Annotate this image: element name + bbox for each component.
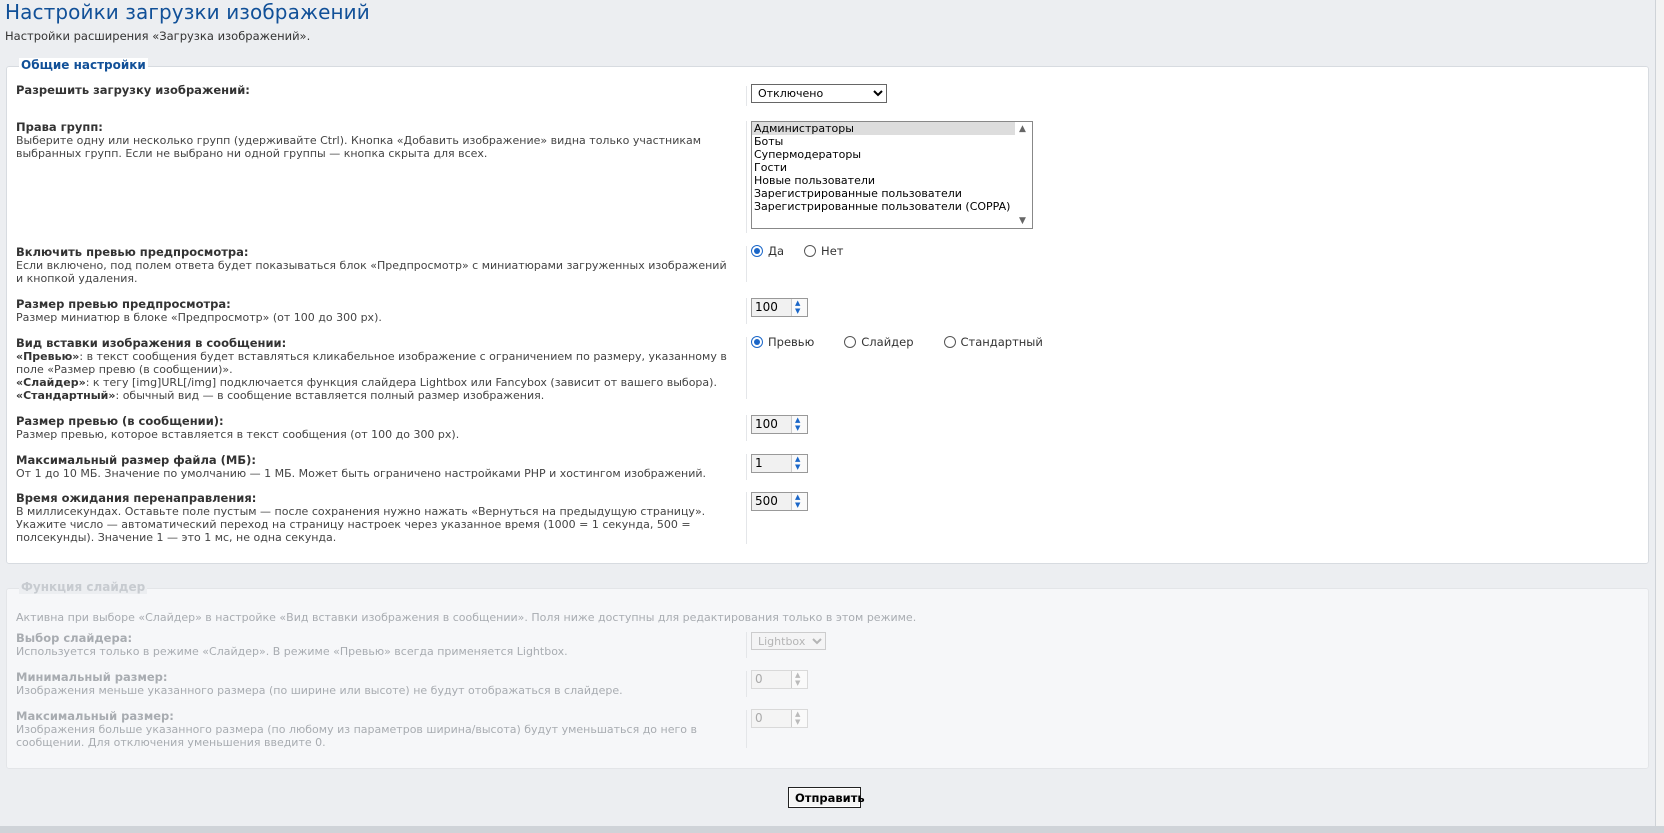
- insert-mode-desc: «Превью»: в текст сообщения будет вставл…: [16, 350, 727, 402]
- radio-insert-standard[interactable]: Стандартный: [943, 335, 1043, 349]
- allow-upload-label: Разрешить загрузку изображений:: [16, 83, 250, 97]
- group-rights-desc: Выберите одну или несколько групп (удерж…: [16, 134, 702, 160]
- preview-enable-label: Включить превью предпросмотра:: [16, 245, 249, 259]
- preview-enable-radios: Да Нет: [751, 244, 863, 258]
- spin-down-icon[interactable]: ▼: [795, 502, 800, 509]
- listbox-option[interactable]: Новые пользователи: [752, 174, 1032, 187]
- msg-preview-size-input[interactable]: 100 ▲ ▼: [751, 415, 808, 434]
- page-title: Настройки загрузки изображений: [5, 0, 370, 24]
- insert-mode-radios: Превью Слайдер Стандартный: [751, 335, 1063, 349]
- radio-slider-indicator[interactable]: [844, 336, 857, 348]
- slider-max-label: Максимальный размер:: [16, 709, 174, 723]
- slider-min-desc: Изображения меньше указанного размера (п…: [16, 684, 623, 697]
- spin-up-icon[interactable]: ▲: [795, 300, 800, 307]
- listbox-option[interactable]: Гости: [752, 161, 1032, 174]
- slider-settings-panel: Функция слайдер Активна при выборе «Слай…: [6, 580, 1649, 769]
- spin-down-icon[interactable]: ▼: [795, 680, 800, 687]
- listbox-option[interactable]: Боты: [752, 135, 1032, 148]
- page-subtitle: Настройки расширения «Загрузка изображен…: [5, 29, 311, 43]
- spin-down-icon[interactable]: ▼: [795, 719, 800, 726]
- page: Настройки загрузки изображений Настройки…: [0, 0, 1655, 826]
- general-settings-legend: Общие настройки: [19, 58, 148, 72]
- spin-down-icon[interactable]: ▼: [795, 464, 800, 471]
- slider-choice-label: Выбор слайдера:: [16, 631, 133, 645]
- page-scrollbar[interactable]: [1655, 0, 1664, 833]
- msg-preview-size-desc: Размер превью, которое вставляется в тек…: [16, 428, 460, 441]
- listbox-option[interactable]: Супермодераторы: [752, 148, 1032, 161]
- redirect-input[interactable]: 500 ▲ ▼: [751, 492, 808, 511]
- slider-note: Активна при выборе «Слайдер» в настройке…: [16, 611, 917, 624]
- slider-choice-desc: Используется только в режиме «Слайдер». …: [16, 645, 568, 658]
- listbox-option[interactable]: Администраторы: [752, 122, 1016, 135]
- radio-preview-indicator[interactable]: [751, 336, 763, 348]
- preview-size-label: Размер превью предпросмотра:: [16, 297, 231, 311]
- insert-mode-label: Вид вставки изображения в сообщении:: [16, 336, 287, 350]
- slider-max-spinner[interactable]: ▲ ▼: [791, 710, 807, 727]
- redirect-desc: В миллисекундах. Оставьте поле пустым — …: [16, 505, 706, 544]
- spin-up-icon[interactable]: ▲: [795, 417, 800, 424]
- spin-down-icon[interactable]: ▼: [795, 308, 800, 315]
- radio-no-indicator[interactable]: [804, 245, 817, 257]
- spin-up-icon[interactable]: ▲: [795, 494, 800, 501]
- spin-up-icon[interactable]: ▲: [795, 672, 800, 679]
- bottom-edge: [0, 826, 1664, 833]
- slider-choice-select[interactable]: Lightbox: [751, 632, 826, 650]
- max-file-input[interactable]: 1 ▲ ▼: [751, 454, 808, 473]
- max-file-desc: От 1 до 10 МБ. Значение по умолчанию — 1…: [16, 467, 707, 480]
- slider-settings-legend: Функция слайдер: [19, 580, 148, 594]
- listbox-scrollbar[interactable]: ▲ ▼: [1015, 122, 1032, 228]
- redirect-spinner[interactable]: ▲ ▼: [791, 493, 807, 510]
- spin-up-icon[interactable]: ▲: [795, 456, 800, 463]
- allow-upload-select[interactable]: Отключено: [751, 84, 887, 103]
- slider-max-input[interactable]: 0 ▲ ▼: [751, 709, 808, 728]
- preview-size-spinner[interactable]: ▲ ▼: [791, 299, 807, 316]
- radio-preview-no[interactable]: Нет: [804, 244, 843, 258]
- radio-yes-indicator[interactable]: [751, 245, 763, 257]
- msg-preview-size-spinner[interactable]: ▲ ▼: [791, 416, 807, 433]
- scroll-up-icon[interactable]: ▲: [1019, 124, 1026, 134]
- spin-down-icon[interactable]: ▼: [795, 425, 800, 432]
- group-rights-listbox[interactable]: Администраторы Боты Супермодераторы Гости Но…: [751, 121, 1033, 229]
- radio-insert-preview[interactable]: Превью: [751, 335, 814, 349]
- slider-max-desc: Изображения больше указанного размера (п…: [16, 723, 697, 749]
- slider-min-spinner[interactable]: ▲ ▼: [791, 671, 807, 688]
- general-settings-panel: Общие настройки Разрешить загрузку изобр…: [6, 58, 1649, 564]
- listbox-option[interactable]: Зарегистрированные пользователи (COPPA): [752, 200, 1032, 213]
- slider-min-input[interactable]: 0 ▲ ▼: [751, 670, 808, 689]
- slider-min-label: Минимальный размер:: [16, 670, 168, 684]
- radio-insert-slider[interactable]: Слайдер: [844, 335, 914, 349]
- scroll-down-icon[interactable]: ▼: [1019, 216, 1026, 226]
- preview-enable-desc: Если включено, под полем ответа будет по…: [16, 259, 727, 285]
- preview-size-desc: Размер миниатюр в блоке «Предпросмотр» (…: [16, 311, 382, 324]
- group-rights-label: Права групп:: [16, 120, 103, 134]
- submit-button[interactable]: Отправить: [788, 787, 865, 808]
- redirect-label: Время ожидания перенаправления:: [16, 491, 257, 505]
- preview-size-input[interactable]: 100 ▲ ▼: [751, 298, 808, 317]
- max-file-label: Максимальный размер файла (МБ):: [16, 453, 256, 467]
- msg-preview-size-label: Размер превью (в сообщении):: [16, 414, 224, 428]
- listbox-option[interactable]: Зарегистрированные пользователи: [752, 187, 1032, 200]
- radio-standard-indicator[interactable]: [943, 336, 956, 348]
- spin-up-icon[interactable]: ▲: [795, 711, 800, 718]
- radio-preview-yes[interactable]: Да: [751, 244, 784, 258]
- max-file-spinner[interactable]: ▲ ▼: [791, 455, 807, 472]
